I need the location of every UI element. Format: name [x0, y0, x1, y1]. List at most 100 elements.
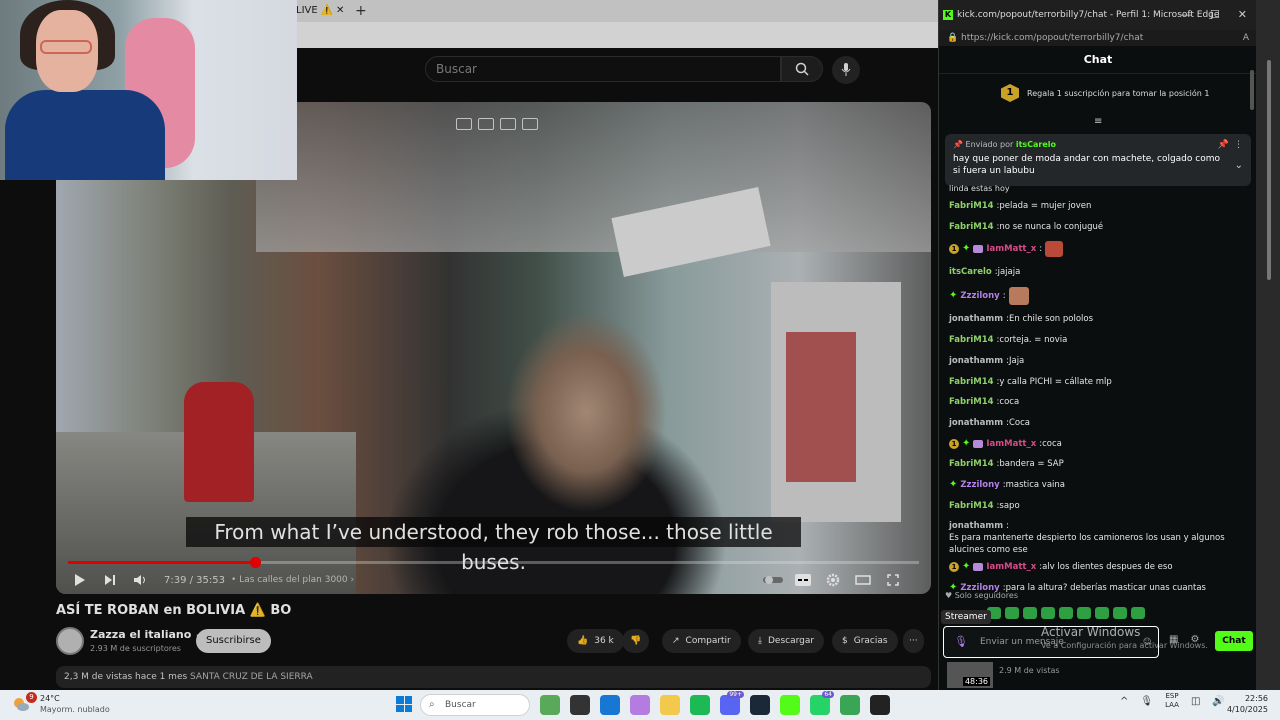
minimize-icon[interactable]: —: [1181, 0, 1192, 30]
chat-scroll-indicator[interactable]: [1250, 70, 1254, 110]
chevron-down-icon[interactable]: ⌄: [1235, 160, 1243, 171]
chat-username[interactable]: FabriM14: [949, 376, 994, 388]
chat-username[interactable]: IamMatt_x: [986, 561, 1036, 573]
emote-button[interactable]: [1077, 607, 1091, 619]
settings-gear-icon[interactable]: [821, 568, 845, 592]
emote-button[interactable]: [1113, 607, 1127, 619]
chat-message[interactable]: jonathamm: Jaja: [949, 355, 1247, 367]
thanks-button[interactable]: $ Gracias: [832, 629, 898, 653]
download-button[interactable]: ⤓ Descargar: [748, 629, 825, 653]
browser-tab[interactable]: LIVE ⚠️ ✕: [296, 0, 348, 22]
chat-username[interactable]: Zzzilony: [960, 290, 999, 302]
discord-icon[interactable]: 99+: [720, 691, 744, 715]
send-chat-button[interactable]: Chat: [1215, 631, 1253, 651]
chat-message[interactable]: FabriM14: corteja. = novia: [949, 334, 1247, 346]
chat-message[interactable]: jonathamm: Coca: [949, 417, 1247, 429]
edge-browser-icon[interactable]: [600, 695, 620, 715]
next-icon[interactable]: [98, 568, 122, 592]
emote-button[interactable]: [1023, 607, 1037, 619]
voice-search-button[interactable]: [832, 56, 860, 84]
gift-icon[interactable]: ▦: [1169, 634, 1178, 645]
emote-button[interactable]: [1041, 607, 1055, 619]
pinned-message[interactable]: 📌 Enviado por itsCarelo hay que poner de…: [945, 134, 1251, 186]
widgets-icon[interactable]: [540, 695, 560, 715]
whatsapp-icon[interactable]: 64: [810, 691, 834, 715]
chat-username[interactable]: FabriM14: [949, 221, 994, 233]
chat-username[interactable]: jonathamm: [949, 313, 1003, 325]
chat-username[interactable]: itsCarelo: [949, 266, 992, 278]
volume-icon[interactable]: [128, 568, 152, 592]
chat-username[interactable]: FabriM14: [949, 500, 994, 512]
video-description[interactable]: 2,3 M de vistas hace 1 mes SANTA CRUZ DE…: [56, 666, 931, 688]
chat-message[interactable]: 1 ✦ IamMatt_x: coca: [949, 438, 1247, 450]
gift-sub-banner[interactable]: 1 Regala 1 suscripción para tomar la pos…: [1001, 84, 1209, 102]
emote-button[interactable]: [1059, 607, 1073, 619]
chat-message[interactable]: FabriM14: coca: [949, 396, 1247, 408]
close-icon[interactable]: ✕: [1238, 0, 1247, 30]
chat-message[interactable]: itsCarelo: jajaja: [949, 266, 1247, 278]
chat-message[interactable]: ✦ Zzzilony: mastica vaina: [949, 479, 1247, 491]
channel-avatar[interactable]: [56, 627, 84, 655]
chevron-up-icon[interactable]: ^: [1120, 696, 1128, 707]
channel-name[interactable]: Zazza el italiano ✓: [90, 628, 204, 641]
autoplay-toggle[interactable]: [761, 568, 785, 592]
page-scrollbar[interactable]: [1267, 60, 1271, 280]
chat-message[interactable]: 1 ✦ IamMatt_x:: [949, 241, 1247, 258]
related-video-thumbnail[interactable]: 48:36: [947, 662, 993, 688]
chat-username[interactable]: FabriM14: [949, 200, 994, 212]
steam-icon[interactable]: [750, 695, 770, 715]
chat-username[interactable]: jonathamm: [949, 355, 1003, 367]
theater-mode-icon[interactable]: [851, 568, 875, 592]
chat-message[interactable]: jonathamm: En chile son pololos: [949, 313, 1247, 325]
taskbar-clock[interactable]: 22:56 4/10/2025: [1218, 693, 1268, 715]
xbox-icon[interactable]: [840, 695, 860, 715]
subscribe-button[interactable]: Suscribirse: [196, 629, 271, 653]
taskbar-search[interactable]: ⌕ Buscar: [420, 694, 530, 716]
spotify-icon[interactable]: [690, 695, 710, 715]
tray-microphone-icon[interactable]: 🎙: [1140, 696, 1153, 707]
chat-username[interactable]: jonathamm: [949, 520, 1003, 532]
progress-bar[interactable]: [68, 557, 919, 568]
filter-icon[interactable]: ≡: [1094, 116, 1102, 127]
search-button[interactable]: [781, 56, 823, 82]
chat-message[interactable]: FabriM14: no se nunca lo conjugué: [949, 221, 1247, 233]
chat-username[interactable]: jonathamm: [949, 417, 1003, 429]
emote-button[interactable]: [1005, 607, 1019, 619]
settings-gear-icon[interactable]: ⚙: [1190, 634, 1199, 645]
chat-username[interactable]: FabriM14: [949, 396, 994, 408]
task-view-icon[interactable]: [570, 695, 590, 715]
obs-icon[interactable]: [870, 695, 890, 715]
like-button[interactable]: 👍 36 k: [567, 629, 624, 653]
chat-username[interactable]: FabriM14: [949, 334, 994, 346]
share-button[interactable]: ↗ Compartir: [662, 629, 741, 653]
chat-message[interactable]: FabriM14: pelada = mujer joven: [949, 200, 1247, 212]
chat-message[interactable]: FabriM14: y calla PICHI = cállate mlp: [949, 376, 1247, 388]
chat-message[interactable]: ✦ Zzzilony:: [949, 286, 1247, 305]
dislike-button[interactable]: 👎: [622, 629, 650, 653]
chapter-title[interactable]: • Las calles del plan 3000 ›: [231, 575, 354, 585]
more-actions-button[interactable]: ···: [903, 629, 924, 653]
location-tag[interactable]: SANTA CRUZ DE LA SIERRA: [190, 672, 313, 682]
close-tab-icon[interactable]: ✕: [336, 0, 344, 22]
language-indicator[interactable]: ESP LAA: [1165, 692, 1179, 710]
url-bar[interactable]: 🔒 https://kick.com/popout/terrorbilly7/c…: [939, 30, 1257, 46]
pinned-menu-icon[interactable]: ⋮: [1234, 140, 1243, 150]
emote-button[interactable]: [1095, 607, 1109, 619]
chat-username[interactable]: FabriM14: [949, 458, 994, 470]
fullscreen-icon[interactable]: [881, 568, 905, 592]
chat-username[interactable]: IamMatt_x: [986, 243, 1036, 255]
chat-username[interactable]: Zzzilony: [960, 479, 999, 491]
file-explorer-icon[interactable]: [660, 695, 680, 715]
chat-message[interactable]: FabriM14: sapo: [949, 500, 1247, 512]
chat-message[interactable]: FabriM14: bandera = SAP: [949, 458, 1247, 470]
read-aloud-icon[interactable]: A: [1243, 30, 1249, 46]
captions-icon[interactable]: [791, 568, 815, 592]
maximize-icon[interactable]: ☐: [1210, 0, 1220, 30]
chat-message[interactable]: jonathamm: Es para mantenerte despierto …: [949, 520, 1247, 556]
play-icon[interactable]: [68, 568, 92, 592]
search-input[interactable]: Buscar: [425, 56, 781, 82]
kick-app-icon[interactable]: [780, 695, 800, 715]
pin-icon[interactable]: 📌: [1218, 140, 1229, 150]
network-icon[interactable]: ◫: [1191, 696, 1200, 707]
emote-button[interactable]: [1131, 607, 1145, 619]
